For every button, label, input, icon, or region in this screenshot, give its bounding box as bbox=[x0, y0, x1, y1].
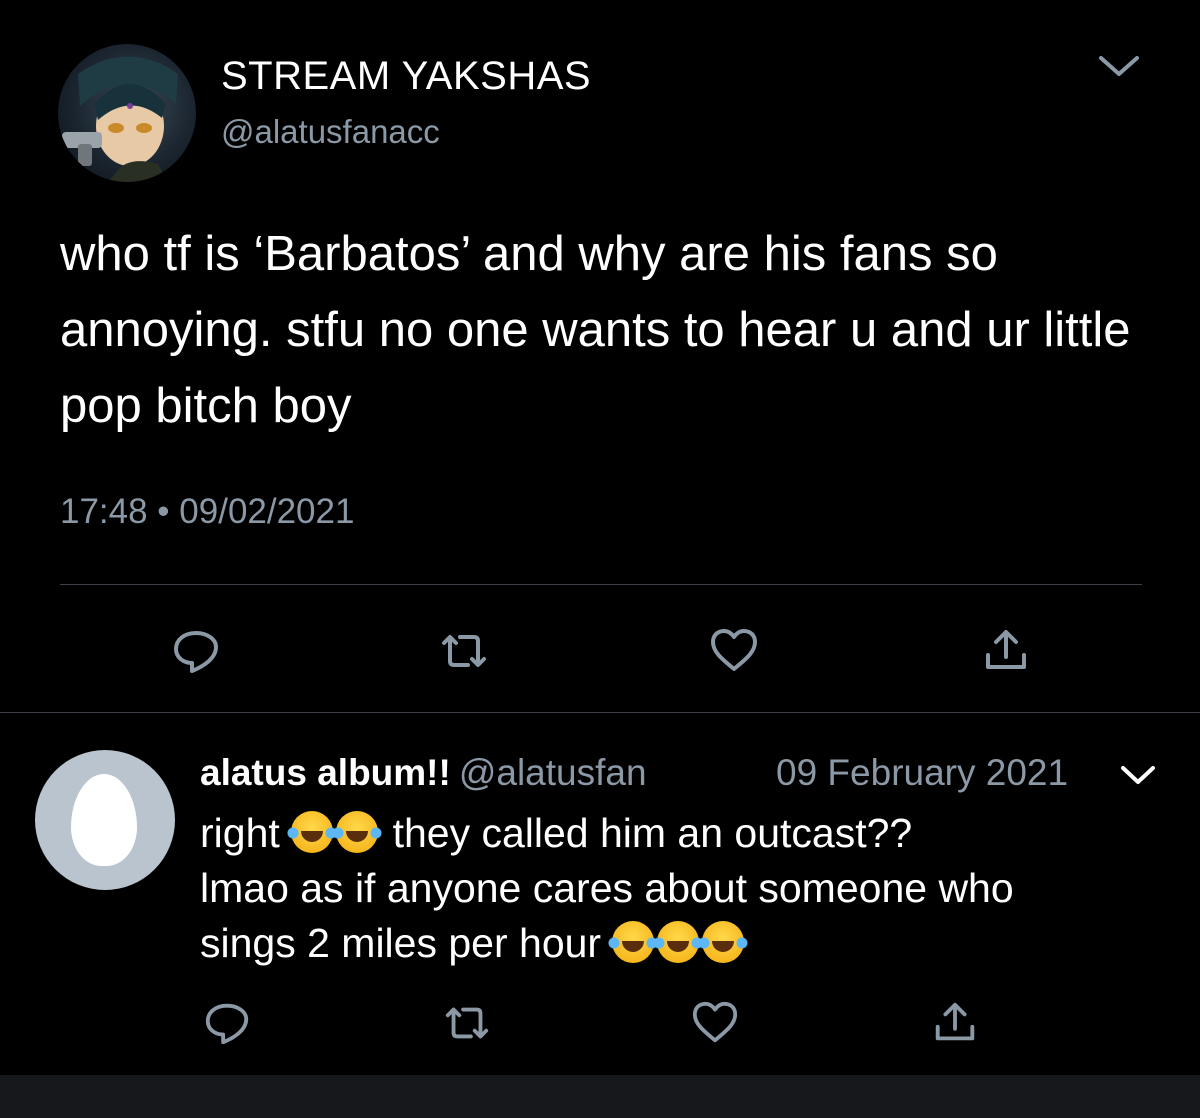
reply-text-part: they called him an outcast?? bbox=[392, 810, 913, 856]
user-handle[interactable]: @alatusfanacc bbox=[221, 113, 440, 151]
default-egg-avatar-icon[interactable] bbox=[35, 750, 175, 890]
reply-icon[interactable] bbox=[202, 998, 252, 1048]
reply-icon[interactable] bbox=[170, 625, 222, 677]
chevron-down-icon[interactable] bbox=[1118, 762, 1158, 788]
share-icon[interactable] bbox=[980, 625, 1032, 677]
reply-text: right they called him an outcast?? lmao … bbox=[200, 806, 1180, 971]
bottom-bar bbox=[0, 1075, 1200, 1118]
reply-date[interactable]: 09 February 2021 bbox=[776, 752, 1068, 794]
tears-of-joy-emoji-icon bbox=[653, 921, 704, 963]
tears-of-joy-emoji-icon bbox=[698, 921, 749, 963]
reply-display-name[interactable]: alatus album!! bbox=[200, 752, 451, 793]
reply-user-handle[interactable]: @alatusfan bbox=[459, 752, 647, 793]
reply-header: alatus album!! @alatusfan bbox=[200, 752, 647, 794]
share-icon[interactable] bbox=[930, 998, 980, 1048]
like-icon[interactable] bbox=[690, 998, 740, 1048]
retweet-icon[interactable] bbox=[442, 998, 492, 1048]
reply-line-3: sings 2 miles per hour bbox=[200, 916, 1180, 971]
divider bbox=[0, 712, 1200, 713]
tears-of-joy-emoji-icon bbox=[608, 921, 659, 963]
reply-text-part: sings 2 miles per hour bbox=[200, 920, 602, 966]
tears-of-joy-emoji-icon bbox=[332, 811, 383, 853]
profile-avatar[interactable] bbox=[58, 44, 196, 182]
retweet-icon[interactable] bbox=[438, 625, 490, 677]
reply-line-1: right they called him an outcast?? bbox=[200, 806, 1180, 861]
chevron-down-icon[interactable] bbox=[1095, 50, 1143, 82]
tears-of-joy-emoji-icon bbox=[287, 811, 338, 853]
anime-character-avatar-icon bbox=[62, 56, 178, 182]
tweet-timestamp[interactable]: 17:48 • 09/02/2021 bbox=[60, 492, 354, 532]
reply-text-part: right bbox=[200, 810, 280, 856]
display-name[interactable]: STREAM YAKSHAS bbox=[221, 54, 591, 99]
divider bbox=[60, 584, 1142, 585]
tweet-text: who tf is ‘Barbatos’ and why are his fan… bbox=[60, 227, 1131, 433]
reply-line-2: lmao as if anyone cares about someone wh… bbox=[200, 865, 1014, 911]
egg-shape bbox=[71, 774, 137, 866]
like-icon[interactable] bbox=[708, 625, 760, 677]
